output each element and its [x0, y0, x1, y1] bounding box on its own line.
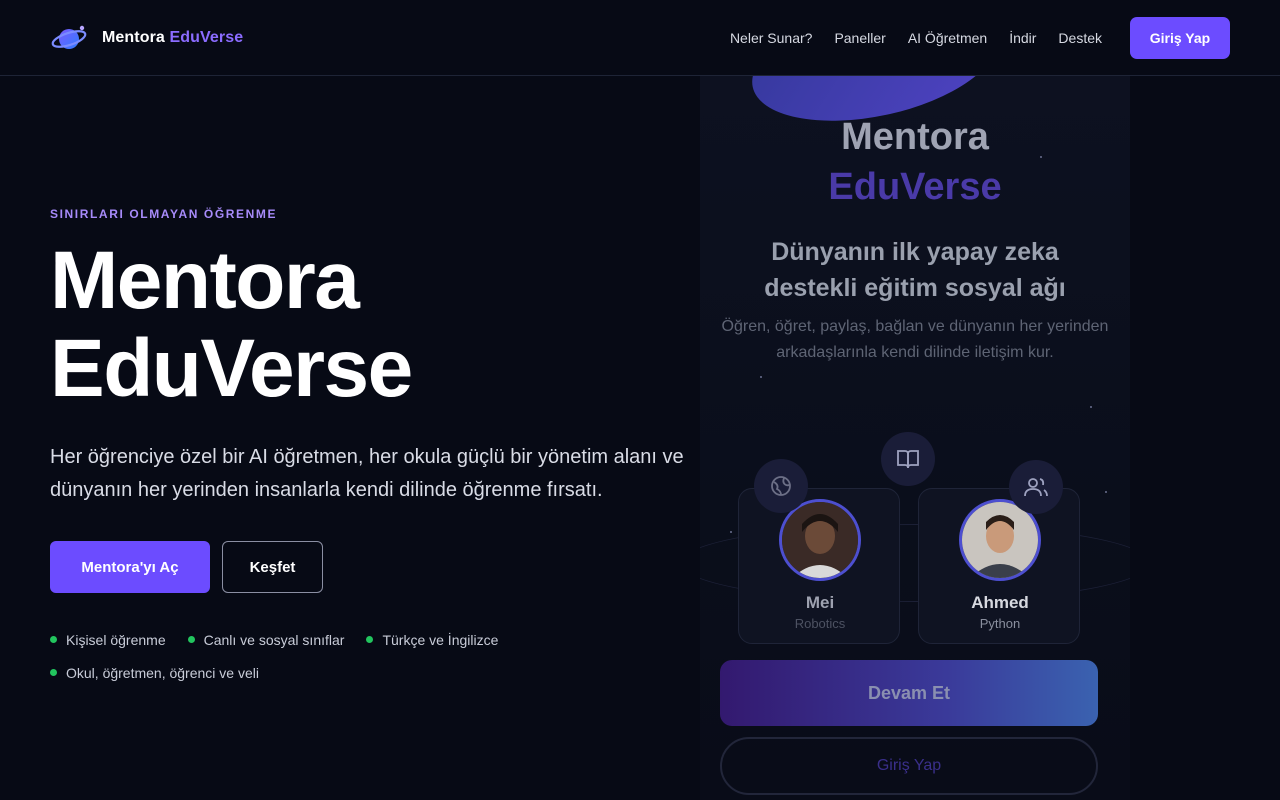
hero-section: SINIRLARI OLMAYAN ÖĞRENME Mentora EduVer… [50, 76, 740, 689]
book-icon [881, 432, 935, 486]
nav-link-download[interactable]: İndir [1009, 30, 1036, 46]
continue-button[interactable]: Devam Et [720, 660, 1098, 726]
hero-title: Mentora EduVerse [50, 237, 740, 413]
feature-label: Kişisel öğrenme [66, 631, 166, 648]
star-decoration [1105, 491, 1107, 493]
brand-name-main: Mentora [102, 28, 165, 46]
preview-title-accent: EduVerse [828, 166, 1002, 208]
open-mentora-button[interactable]: Mentora'yı Aç [50, 541, 210, 593]
users-icon [1009, 460, 1063, 514]
nav-link-support[interactable]: Destek [1058, 30, 1102, 46]
preview-login-button[interactable]: Giriş Yap [720, 737, 1098, 795]
nav-links: Neler Sunar? Paneller AI Öğretmen İndir … [708, 16, 1230, 59]
top-navbar: Mentora EduVerse Neler Sunar? Paneller A… [0, 0, 1280, 76]
login-button[interactable]: Giriş Yap [1130, 16, 1230, 59]
star-decoration [760, 376, 762, 378]
card-role: Python [979, 616, 1021, 631]
profile-card-mei[interactable]: Mei Robotics [738, 488, 900, 644]
globe-icon [754, 459, 808, 513]
explore-button[interactable]: Keşfet [222, 541, 323, 593]
brand[interactable]: Mentora EduVerse [50, 19, 243, 57]
nav-link-panels[interactable]: Paneller [834, 30, 885, 46]
profile-card-ahmed[interactable]: Ahmed Python [918, 488, 1080, 644]
green-dot-icon [366, 636, 374, 643]
hero-title-line2: EduVerse [50, 323, 413, 414]
green-dot-icon [187, 636, 195, 643]
feature-label: Okul, öğretmen, öğrenci ve veli [66, 664, 259, 681]
hero-eyebrow: SINIRLARI OLMAYAN ÖĞRENME [50, 207, 278, 221]
feature-item: Kişisel öğrenme [50, 623, 166, 656]
card-name: Mei [805, 593, 835, 612]
avatar [779, 499, 861, 581]
preview-description: Öğren, öğret, paylaş, bağlan ve dünyanın… [721, 318, 1109, 361]
brand-name: Mentora EduVerse [102, 29, 243, 47]
green-dot-icon [50, 669, 57, 676]
feature-item: Okul, öğretmen, öğrenci ve veli [50, 656, 259, 689]
feature-label: Canlı ve sosyal sınıflar [203, 631, 345, 648]
feature-label: Türkçe ve İngilizce [382, 631, 499, 648]
hero-title-line1: Mentora [50, 235, 360, 326]
nav-link-features[interactable]: Neler Sunar? [730, 30, 813, 46]
planet-logo-icon [50, 19, 88, 57]
hero-buttons: Mentora'yı Aç Keşfet [50, 541, 740, 593]
app-preview-mockup: Mentora EduVerse Dünyanın ilk yapay zeka… [700, 76, 1130, 800]
preview-title-main: Mentora [841, 116, 989, 158]
feature-item: Canlı ve sosyal sınıflar [187, 623, 345, 656]
star-decoration [1090, 406, 1092, 408]
card-role: Robotics [794, 616, 846, 631]
feature-item: Türkçe ve İngilizce [366, 623, 498, 656]
hero-lead: Her öğrenciye özel bir AI öğretmen, her … [50, 446, 684, 501]
green-dot-icon [50, 636, 57, 643]
landing-page: Mentora EduVerse Neler Sunar? Paneller A… [0, 0, 1280, 800]
nav-link-ai-teacher[interactable]: AI Öğretmen [908, 30, 987, 46]
preview-subtitle: Dünyanın ilk yapay zeka destekli eğitim … [764, 238, 1066, 302]
feature-list: Kişisel öğrenme Canlı ve sosyal sınıflar… [50, 623, 570, 689]
card-name: Ahmed [971, 593, 1029, 612]
brand-name-accent: EduVerse [169, 28, 244, 46]
